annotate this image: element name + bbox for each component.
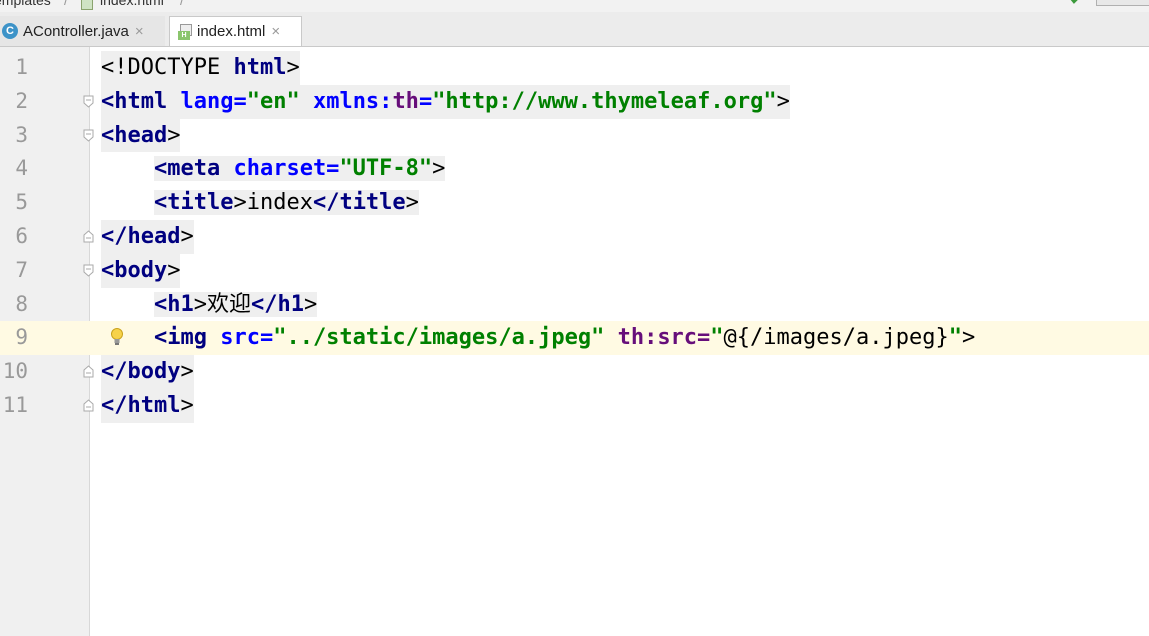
line-number: 5 [15,190,28,215]
line-number: 9 [0,321,28,356]
line-number: 1 [15,55,28,79]
tab-label: index.html [197,23,266,40]
breadcrumb-separator: / [64,0,68,8]
line-number: 8 [15,291,28,316]
line-number: 4 [15,156,28,181]
code-content[interactable]: <title>index</title> [101,186,419,220]
java-class-icon: C [2,23,18,39]
fold-marker-icon[interactable] [83,264,94,277]
breadcrumb: emplates / index.html / [0,0,1149,12]
code-content[interactable]: </body> [101,355,194,389]
code-line[interactable]: 1 <!DOCTYPE html> [0,51,1149,85]
line-number: 7 [15,257,28,282]
code-line[interactable]: 4 <meta charset="UTF-8"> [0,152,1149,186]
code-content[interactable]: <body> [101,253,181,288]
html-file-icon: H [178,23,192,40]
breadcrumb-separator: / [180,0,184,8]
code-line[interactable]: 7 <body> [0,253,1149,288]
code-line[interactable]: 5 <title>index</title> [0,186,1149,220]
code-content[interactable]: <!DOCTYPE html> [101,51,300,85]
code-line-current[interactable]: 9 <img src="../static/images/a.jpeg" th:… [0,321,1149,356]
code-line[interactable]: 6 </head> [0,219,1149,254]
code-content[interactable]: </head> [101,219,194,254]
line-number: 10 [2,359,28,384]
tab-index-html[interactable]: H index.html × [169,16,302,46]
code-content[interactable]: <img src="../static/images/a.jpeg" th:sr… [101,321,975,355]
code-line[interactable]: 8 <h1>欢迎</h1> [0,288,1149,322]
close-icon[interactable]: × [271,23,280,40]
line-number: 3 [15,122,28,147]
code-editor[interactable]: 1 <!DOCTYPE html> 2 <html lang="en" xmln… [0,47,1149,636]
close-icon[interactable]: × [135,23,144,40]
code-content[interactable]: <h1>欢迎</h1> [101,288,318,322]
line-number: 6 [15,223,28,248]
breadcrumb-file[interactable]: index.html [100,0,164,8]
fold-marker-icon[interactable] [83,95,94,108]
run-config-button[interactable] [1096,0,1149,6]
tab-acontroller-java[interactable]: C AController.java × [0,16,165,46]
code-content[interactable]: <meta charset="UTF-8"> [101,152,446,186]
code-line[interactable]: 3 <head> [0,118,1149,153]
fold-marker-icon[interactable] [83,129,94,142]
check-icon[interactable] [1068,0,1082,6]
code-content[interactable]: </html> [101,388,194,423]
fold-end-icon[interactable] [83,365,94,378]
tab-label: AController.java [23,22,129,40]
code-line[interactable]: 11 </html> [0,388,1149,423]
fold-end-icon[interactable] [83,399,94,412]
breadcrumb-folder[interactable]: emplates [0,0,51,8]
code-content[interactable]: <html lang="en" xmlns:th="http://www.thy… [101,84,790,119]
line-number: 2 [15,88,28,113]
html-file-icon [81,0,93,10]
code-line[interactable]: 2 <html lang="en" xmlns:th="http://www.t… [0,84,1149,119]
code-lines: 1 <!DOCTYPE html> 2 <html lang="en" xmln… [0,51,1149,423]
line-number: 11 [2,392,28,417]
editor-tab-bar: C AController.java × H index.html × [0,12,1149,47]
code-content[interactable]: <head> [101,118,181,153]
fold-end-icon[interactable] [83,230,94,243]
code-line[interactable]: 10 </body> [0,355,1149,389]
